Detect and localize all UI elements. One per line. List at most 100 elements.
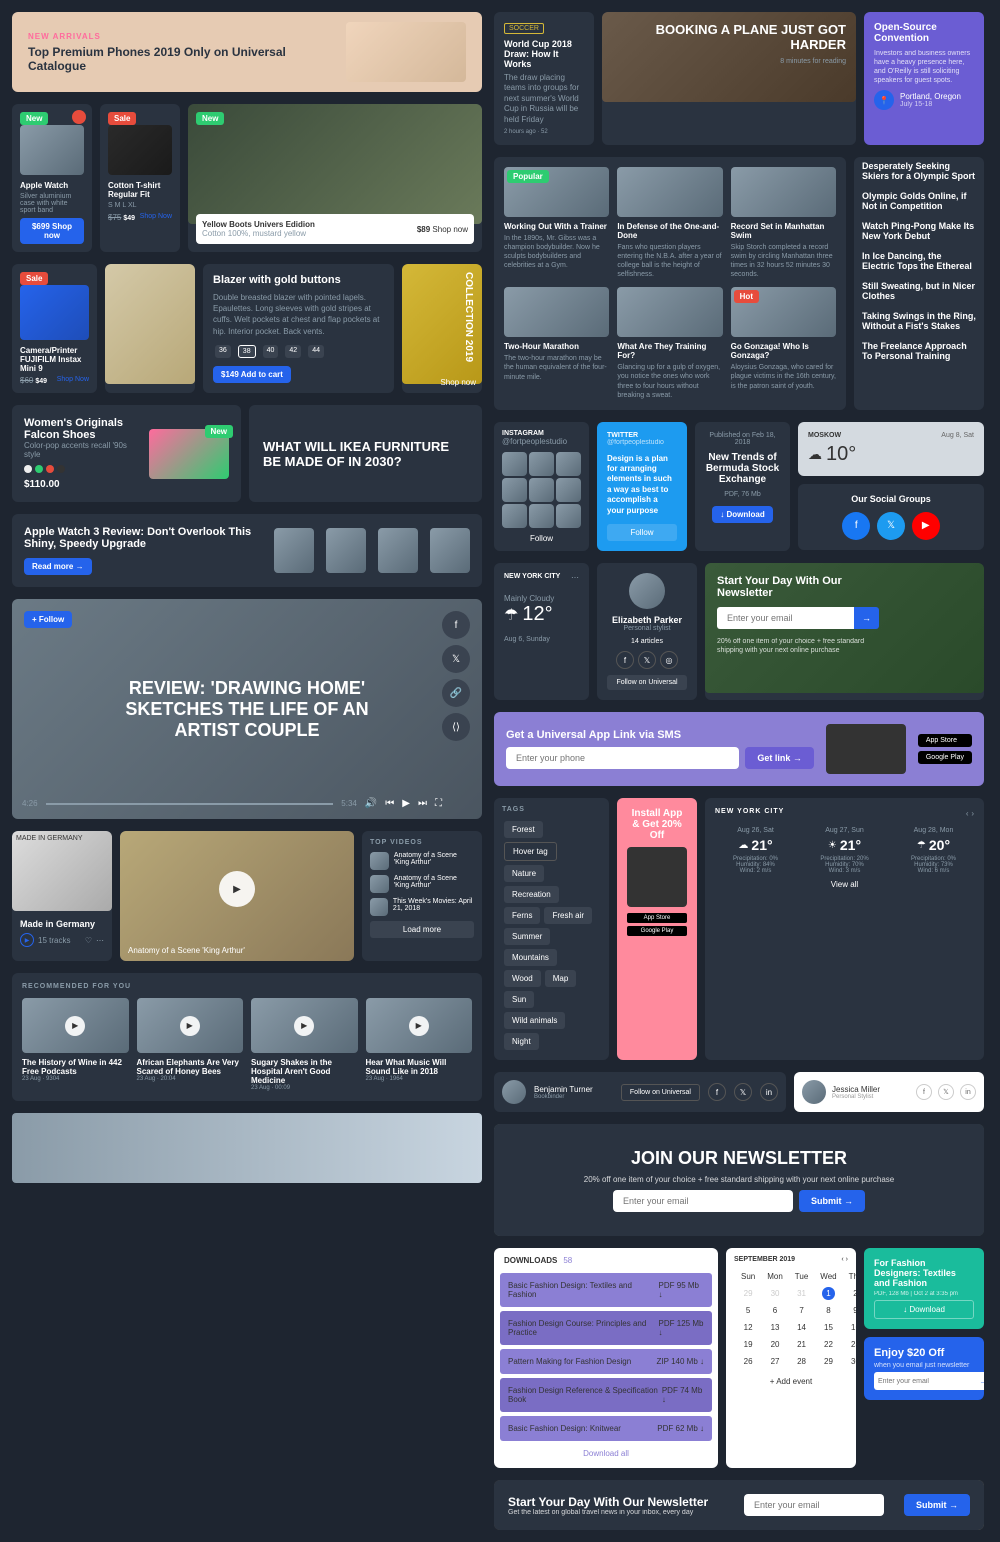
gplay-button[interactable]: Google Play xyxy=(627,926,687,936)
download-row[interactable]: Basic Fashion Design: Textiles and Fashi… xyxy=(500,1273,712,1307)
link-icon[interactable]: 🔗 xyxy=(442,679,470,707)
follow-button[interactable]: + Follow xyxy=(24,611,72,628)
headline-item[interactable]: Desperately Seeking Skiers for a Olympic… xyxy=(862,161,976,181)
insta-thumb[interactable] xyxy=(556,478,581,502)
play-icon[interactable]: ▶ xyxy=(409,1016,429,1036)
more-icon[interactable]: ⋯ xyxy=(571,573,579,582)
tag[interactable]: Sun xyxy=(504,991,534,1008)
article-item[interactable]: Two-Hour MarathonThe two-hour marathon m… xyxy=(504,287,609,399)
article-item[interactable]: HotGo Gonzaga! Who Is Gonzaga?Aloysius G… xyxy=(731,287,836,399)
rec-item[interactable]: ▶The History of Wine in 442 Free Podcast… xyxy=(22,998,129,1091)
made-in-germany[interactable]: MADE IN GERMANY Made in Germany ▶ 15 tra… xyxy=(12,831,112,961)
download-row[interactable]: Fashion Design Reference & Specification… xyxy=(500,1378,712,1412)
product-apple-watch[interactable]: New Apple Watch Silver aluminium case wi… xyxy=(12,104,92,252)
insta-thumb[interactable] xyxy=(556,452,581,476)
product-falcon-shoes[interactable]: Women's Originals Falcon Shoes Color-pop… xyxy=(12,405,241,502)
rec-item[interactable]: ▶African Elephants Are Very Scared of Ho… xyxy=(137,998,244,1091)
insta-thumb[interactable] xyxy=(502,504,527,528)
prev-icon[interactable]: ⏮ xyxy=(385,798,394,809)
instagram-icon[interactable]: ◎ xyxy=(660,651,678,669)
article-item[interactable]: Record Set in Manhattan SwimSkip Storch … xyxy=(731,167,836,279)
submit-button[interactable]: → xyxy=(854,607,879,629)
get-link-button[interactable]: Get link → xyxy=(745,747,814,769)
collection-2019[interactable]: COLLECTION 2019 Shop now xyxy=(402,264,482,393)
tag[interactable]: Mountains xyxy=(504,949,557,966)
tag[interactable]: Wild animals xyxy=(504,1012,565,1029)
rec-item[interactable]: ▶Sugary Shakes in the Hospital Aren't Go… xyxy=(251,998,358,1091)
facebook-icon[interactable]: f xyxy=(708,1083,726,1101)
tag[interactable]: Nature xyxy=(504,865,544,882)
twitter-icon[interactable]: 𝕏 xyxy=(442,645,470,673)
download-all-button[interactable]: Download all xyxy=(500,1445,712,1462)
insta-thumb[interactable] xyxy=(502,452,527,476)
tag[interactable]: Ferns xyxy=(504,907,540,924)
insta-thumb[interactable] xyxy=(529,504,554,528)
heart-icon[interactable]: ♡ xyxy=(85,936,92,945)
facebook-icon[interactable]: f xyxy=(616,651,634,669)
product-yellow-boots[interactable]: New Yellow Boots Univers EdidionCotton 1… xyxy=(188,104,482,252)
download-button[interactable]: ↓ Download xyxy=(874,1300,974,1319)
follow-button[interactable]: Follow xyxy=(502,534,581,543)
play-icon[interactable]: ▶ xyxy=(294,1016,314,1036)
ikea-article[interactable]: WHAT WILL IKEA FURNITURE BE MADE OF IN 2… xyxy=(249,405,482,502)
email-input[interactable] xyxy=(717,607,854,629)
play-icon[interactable]: ▶ xyxy=(65,1016,85,1036)
cal-nav[interactable]: ‹ › xyxy=(841,1256,848,1263)
share-icon[interactable]: ⋯ xyxy=(96,936,104,945)
youtube-icon[interactable]: ▶ xyxy=(912,512,940,540)
video-player[interactable]: + Follow f 𝕏 🔗 ⟨⟩ REVIEW: 'DRAWING HOME'… xyxy=(12,599,482,819)
soccer-article[interactable]: SOCCER World Cup 2018 Draw: How It Works… xyxy=(494,12,594,145)
read-more-button[interactable]: Read more → xyxy=(24,558,92,575)
submit-button[interactable]: Submit → xyxy=(799,1190,865,1212)
headline-item[interactable]: Olympic Golds Online, if Not in Competit… xyxy=(862,191,976,211)
fullscreen-icon[interactable]: ⛶ xyxy=(435,798,442,809)
download-button[interactable]: ↓ Download xyxy=(712,506,772,523)
article-item[interactable]: In Defense of the One-and-DoneFans who q… xyxy=(617,167,722,279)
shop-now-link[interactable]: Shop Now xyxy=(57,376,89,385)
email-input[interactable] xyxy=(874,1372,973,1390)
new-arrivals-banner[interactable]: NEW ARRIVALS Top Premium Phones 2019 Onl… xyxy=(12,12,482,92)
insta-thumb[interactable] xyxy=(502,478,527,502)
facebook-icon[interactable]: f xyxy=(916,1084,932,1100)
author-card[interactable]: Elizabeth Parker Personal stylist 14 art… xyxy=(597,563,697,700)
next-icon[interactable]: › xyxy=(971,809,974,818)
shop-now-link[interactable]: Shop Now xyxy=(140,213,172,222)
tag[interactable]: Map xyxy=(545,970,577,987)
product-tshirt[interactable]: Sale Cotton T-shirt Regular Fit S M L XL… xyxy=(100,104,180,252)
product-blazer[interactable]: Blazer with gold buttons Double breasted… xyxy=(203,264,394,393)
download-row[interactable]: Pattern Making for Fashion DesignZIP 140… xyxy=(500,1349,712,1374)
follow-button[interactable]: Follow on Universal xyxy=(607,675,687,690)
tag[interactable]: Recreation xyxy=(504,886,559,903)
video-item[interactable]: Anatomy of a Scene 'King Arthur' xyxy=(370,852,474,870)
color-dot[interactable] xyxy=(57,465,65,473)
size-option[interactable]: 42 xyxy=(285,345,301,358)
play-icon[interactable]: ▶ xyxy=(180,1016,200,1036)
twitter-icon[interactable]: 𝕏 xyxy=(638,651,656,669)
phone-input[interactable] xyxy=(506,747,739,769)
linkedin-icon[interactable]: in xyxy=(760,1083,778,1101)
shop-now-link[interactable]: Shop now xyxy=(440,378,476,387)
headline-item[interactable]: Still Sweating, but in Nicer Clothes xyxy=(862,281,976,301)
headline-item[interactable]: In Ice Dancing, the Electric Tops the Et… xyxy=(862,251,976,271)
linkedin-icon[interactable]: in xyxy=(960,1084,976,1100)
rec-item[interactable]: ▶Hear What Music Will Sound Like in 2018… xyxy=(366,998,473,1091)
install-app-card[interactable]: Install App & Get 20% Off App Store Goog… xyxy=(617,798,697,1060)
article-item[interactable]: What Are They Training For?Glancing up f… xyxy=(617,287,722,399)
tag[interactable]: Fresh air xyxy=(544,907,592,924)
facebook-icon[interactable]: f xyxy=(442,611,470,639)
shop-now-button[interactable]: $699 Shop now xyxy=(20,218,84,244)
progress-bar[interactable] xyxy=(46,803,334,805)
insta-thumb[interactable] xyxy=(529,452,554,476)
download-row[interactable]: Fashion Design Course: Principles and Pr… xyxy=(500,1311,712,1345)
size-option[interactable]: 36 xyxy=(215,345,231,358)
heart-icon[interactable] xyxy=(72,110,86,124)
twitter-icon[interactable]: 𝕏 xyxy=(877,512,905,540)
product-fujifilm[interactable]: Sale Camera/Printer FUJIFILM Instax Mini… xyxy=(12,264,97,393)
play-icon[interactable]: ▶ xyxy=(219,871,255,907)
email-input[interactable] xyxy=(613,1190,793,1212)
load-more-button[interactable]: Load more xyxy=(370,921,474,938)
follow-button[interactable]: Follow xyxy=(607,524,677,541)
facebook-icon[interactable]: f xyxy=(842,512,870,540)
color-dot[interactable] xyxy=(46,465,54,473)
tag-hover[interactable]: Hover tag xyxy=(504,842,557,861)
